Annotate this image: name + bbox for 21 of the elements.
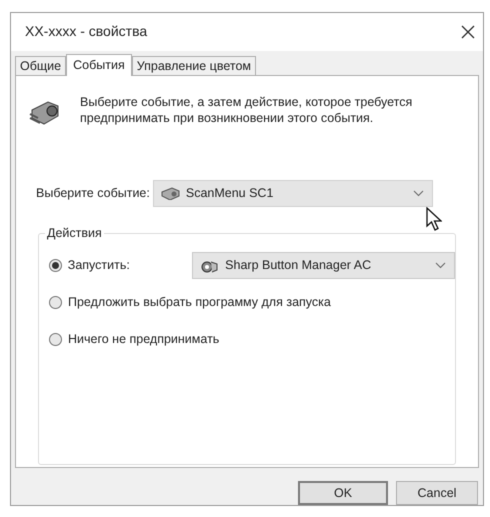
- group-legend: Действия: [45, 224, 104, 241]
- window-title: XX-xxxx - свойства: [25, 22, 148, 42]
- description-text: Выберите событие, а затем действие, которое требуется предпринимать при возникновении этого события.: [80, 94, 414, 126]
- radio-label[interactable]: Предложить выбрать программу для запуска: [68, 293, 331, 312]
- event-dropdown[interactable]: ScanMenu SC1: [152, 180, 433, 207]
- mouse-cursor-icon: [426, 206, 442, 231]
- radio-button[interactable]: [49, 333, 62, 346]
- program-dropdown[interactable]: Sharp Button Manager AC: [192, 252, 455, 280]
- tab[interactable]: Управление цветом: [132, 56, 256, 75]
- chevron-down-icon: [435, 262, 446, 270]
- close-icon[interactable]: [461, 24, 475, 39]
- tab[interactable]: Общие: [15, 56, 66, 75]
- event-label: Выберите событие:: [36, 184, 150, 202]
- chevron-down-icon: [412, 190, 424, 197]
- tab[interactable]: События: [66, 54, 132, 76]
- dialog-button[interactable]: OK: [298, 481, 388, 505]
- radio-button[interactable]: [49, 259, 62, 272]
- radio-label[interactable]: Ничего не предпринимать: [68, 330, 220, 350]
- radio-label[interactable]: Запустить:: [68, 256, 192, 276]
- radio-button[interactable]: [49, 296, 62, 310]
- dialog-button[interactable]: Cancel: [396, 481, 478, 505]
